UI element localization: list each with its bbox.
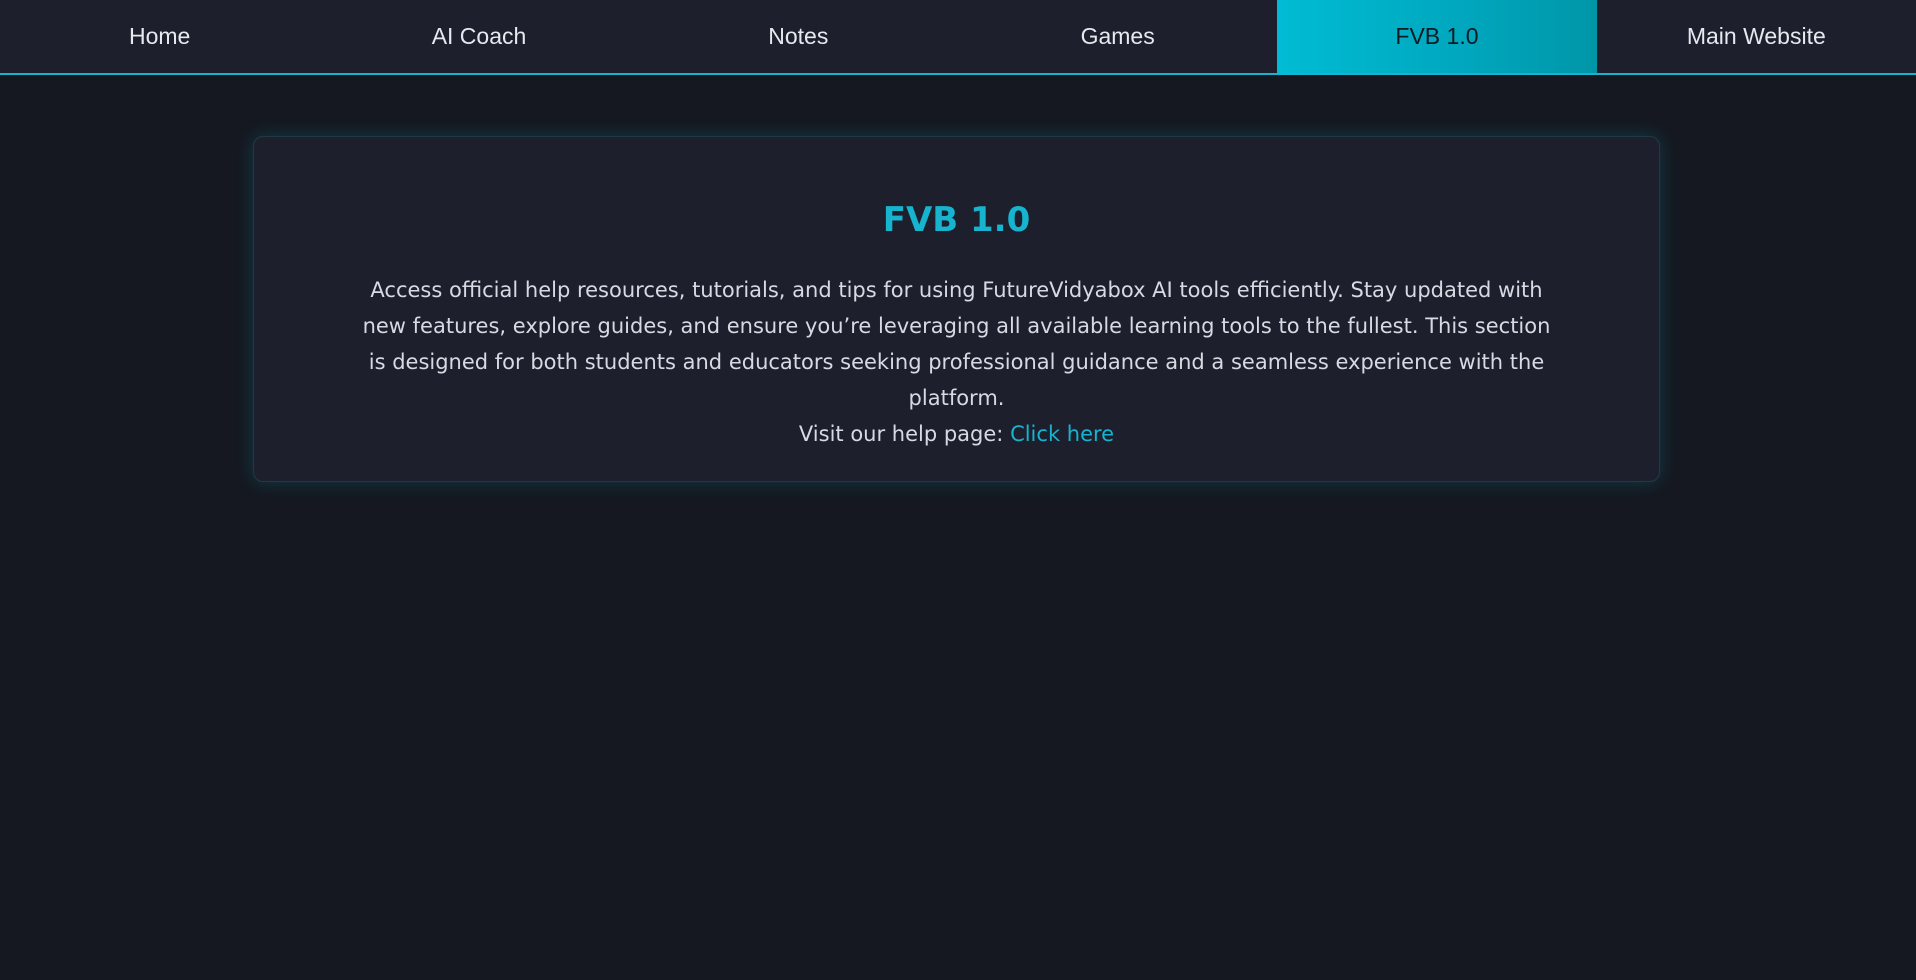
nav-item-home[interactable]: Home xyxy=(0,0,319,73)
card-description: Access official help resources, tutorial… xyxy=(362,278,1551,410)
info-card: FVB 1.0 Access official help resources, … xyxy=(253,136,1660,482)
nav-item-fvb[interactable]: FVB 1.0 xyxy=(1277,0,1597,73)
top-navigation: Home AI Coach Notes Games FVB 1.0 Main W… xyxy=(0,0,1916,75)
help-line: Visit our help page: Click here xyxy=(254,416,1659,452)
nav-item-notes[interactable]: Notes xyxy=(639,0,958,73)
help-prefix: Visit our help page: xyxy=(798,422,1004,446)
help-page-link[interactable]: Click here xyxy=(1010,422,1114,446)
nav-item-main-website[interactable]: Main Website xyxy=(1597,0,1916,73)
card-title: FVB 1.0 xyxy=(882,200,1031,240)
nav-item-ai-coach[interactable]: AI Coach xyxy=(319,0,638,73)
nav-item-games[interactable]: Games xyxy=(958,0,1277,73)
